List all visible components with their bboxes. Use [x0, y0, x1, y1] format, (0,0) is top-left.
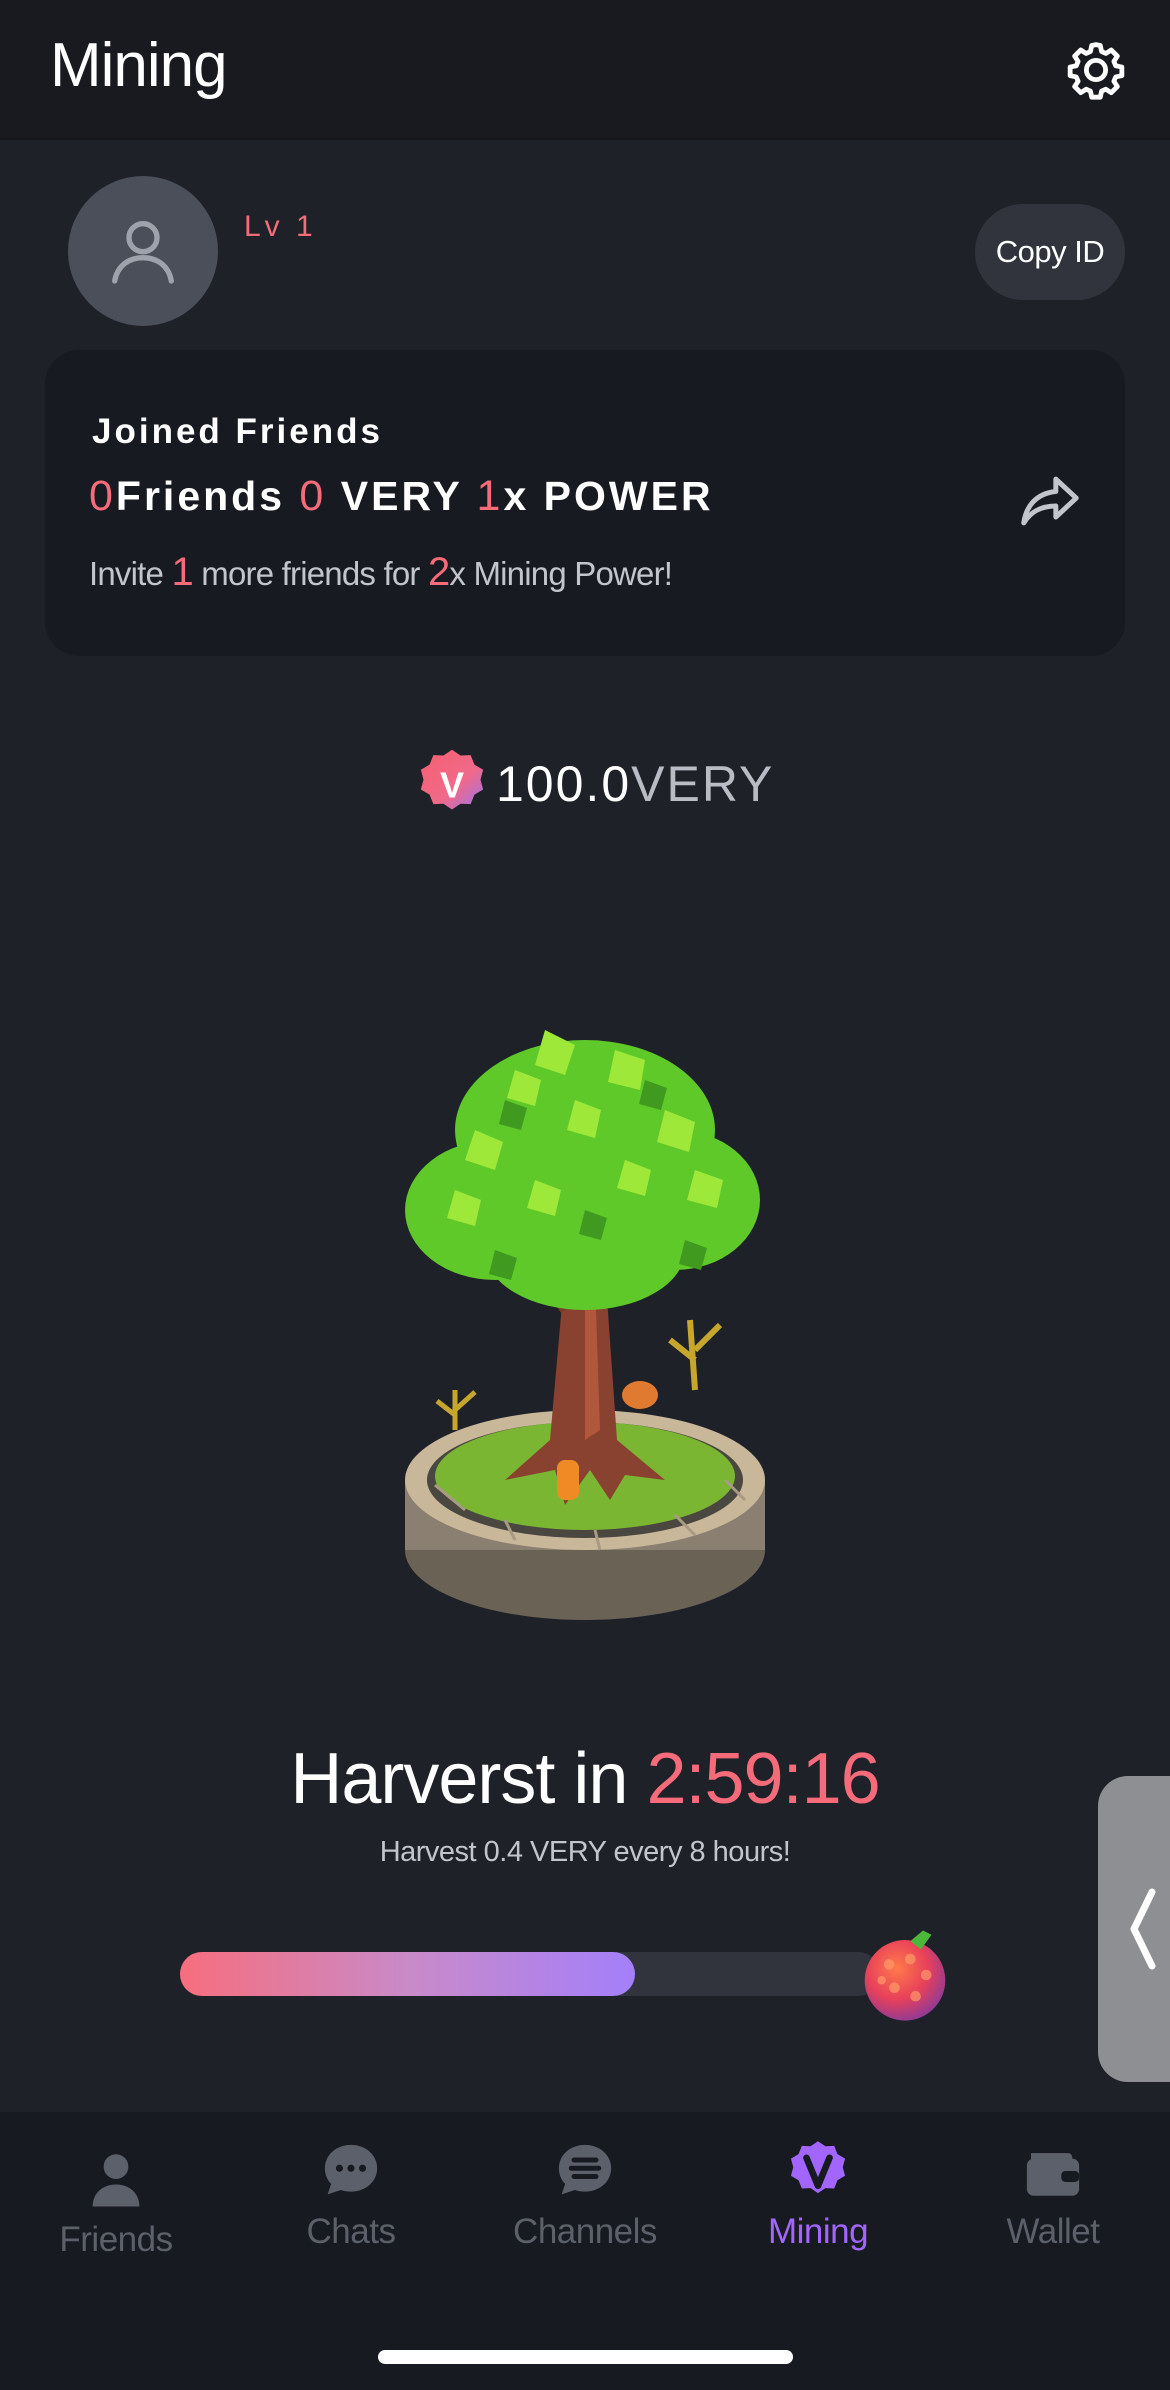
very-count: 0	[299, 472, 327, 520]
tab-label-friends: Friends	[59, 2220, 173, 2259]
invite-mid: more friends for	[201, 555, 420, 592]
very-badge-icon: V	[420, 749, 484, 810]
invite-multiplier: 2	[427, 550, 450, 594]
fruit-icon	[864, 1930, 946, 2021]
tab-label-wallet: Wallet	[1006, 2212, 1100, 2251]
harvest-countdown: Harverst in 2:59:16	[0, 1738, 1170, 1820]
friends-stats: 0Friends 0 VERY 1x POWER	[89, 472, 714, 521]
person-icon	[92, 2154, 140, 2207]
chat-icon	[324, 2144, 378, 2195]
avatar[interactable]	[68, 176, 218, 326]
friends-label: Friends	[115, 473, 286, 519]
tab-label-mining: Mining	[767, 2212, 869, 2251]
tab-chats[interactable]: Chats	[256, 2138, 446, 2252]
tab-channels[interactable]: Channels	[490, 2138, 680, 2252]
side-drawer-handle[interactable]	[1098, 1776, 1170, 2082]
wallet-icon	[1026, 2153, 1080, 2196]
channels-icon	[558, 2144, 612, 2195]
share-icon[interactable]	[1015, 466, 1085, 536]
harvest-title-prefix: Harverst in	[290, 1739, 628, 1819]
gear-icon[interactable]	[1064, 38, 1128, 102]
bottom-tab-bar: Friends Chats Channels Mining Wallet	[0, 2112, 1170, 2390]
tab-wallet[interactable]: Wallet	[958, 2138, 1148, 2252]
mining-tree-image[interactable]	[395, 1010, 775, 1620]
invite-count: 1	[171, 550, 193, 594]
top-bar: Mining	[0, 0, 1170, 140]
invite-text: Invite 1 more friends for 2x Mining Powe…	[89, 550, 673, 595]
level-label: Lv 1	[244, 210, 317, 243]
tab-mining[interactable]: Mining	[723, 2138, 913, 2252]
home-indicator	[378, 2350, 793, 2364]
power-label: x POWER	[503, 473, 714, 519]
power-multiplier: 1	[476, 472, 504, 520]
tab-friends[interactable]: Friends	[21, 2146, 211, 2260]
tab-label-channels: Channels	[513, 2212, 657, 2251]
very-label: VERY	[340, 473, 463, 519]
user-icon	[112, 221, 174, 284]
harvest-progress-bar	[180, 1952, 880, 1996]
page-title: Mining	[50, 31, 228, 100]
joined-friends-card: Joined Friends 0Friends 0 VERY 1x POWER …	[45, 350, 1125, 656]
invite-prefix: Invite	[89, 555, 164, 592]
harvest-subtitle: Harvest 0.4 VERY every 8 hours!	[379, 1836, 791, 1868]
very-badge-letter: V	[440, 764, 464, 805]
balance-amount: 100.0	[496, 756, 632, 812]
harvest-progress-fill	[180, 1952, 635, 1996]
invite-suffix: x Mining Power!	[449, 555, 673, 592]
friends-count: 0	[89, 472, 116, 520]
balance-unit: VERY	[631, 756, 775, 812]
tab-label-chats: Chats	[306, 2212, 396, 2251]
chevron-left-icon	[1130, 1888, 1156, 1970]
very-balance: V 100.0 VERY	[414, 744, 774, 824]
very-v-icon	[790, 2141, 846, 2194]
harvest-timer: 2:59:16	[646, 1739, 880, 1819]
copy-id-button[interactable]: Copy ID	[975, 204, 1125, 300]
joined-friends-title: Joined Friends	[92, 412, 383, 451]
